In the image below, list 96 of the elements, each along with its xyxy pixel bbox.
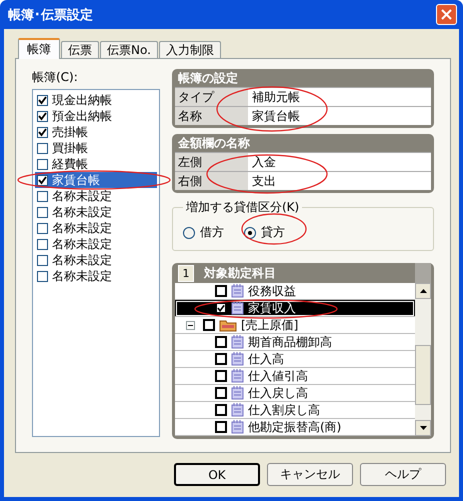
list-item[interactable]: 現金出納帳 (35, 92, 157, 108)
up-arrow-icon (420, 289, 426, 293)
annotation-ellipse (241, 213, 307, 245)
notebook-icon (231, 403, 244, 417)
tab[interactable]: 伝票No. (100, 41, 158, 58)
notebook-icon (231, 420, 244, 434)
list-item[interactable]: 名称未設定 (35, 188, 157, 204)
radio-label: 借方 (200, 224, 224, 241)
checkbox[interactable] (37, 222, 48, 234)
checkbox[interactable] (37, 110, 48, 122)
account-name: [売上原価] (241, 316, 298, 334)
tree-row[interactable]: 仕入戻し高 (175, 385, 415, 402)
account-name: 仕入戻し高 (248, 384, 308, 402)
tab[interactable]: 帳簿 (18, 38, 60, 59)
list-item[interactable]: 名称未設定 (35, 204, 157, 220)
folder-icon (219, 318, 237, 332)
tab[interactable]: 入力制限 (158, 41, 221, 58)
checkbox[interactable] (37, 174, 48, 186)
checkbox[interactable] (203, 319, 215, 331)
card-title: 帳簿の設定 (177, 70, 239, 87)
notebook-icon (231, 352, 244, 366)
account-name: 仕入高 (248, 350, 284, 368)
checkbox[interactable] (37, 94, 48, 106)
checkbox[interactable] (37, 254, 48, 266)
checkbox[interactable] (37, 238, 48, 250)
dialog-button[interactable]: OK (174, 463, 260, 486)
list-item[interactable]: 預金出納帳 (35, 108, 157, 124)
card-title: 金額欄の名称 (177, 135, 251, 152)
dialog-button[interactable]: キャンセル (267, 463, 353, 486)
checkbox[interactable] (37, 142, 48, 154)
checkbox[interactable] (37, 206, 48, 218)
checkbox[interactable] (215, 370, 227, 382)
field-label: 左側 (175, 153, 248, 171)
close-icon (441, 9, 452, 20)
tree-title: 対象勘定科目 (204, 264, 277, 282)
scroll-up-button[interactable] (415, 283, 431, 299)
account-name: 仕入割戻し高 (248, 402, 320, 418)
account-name: 期首商品棚卸高 (248, 334, 332, 350)
group-label: 増加する貸借区分(K) (185, 199, 300, 216)
checkbox[interactable] (215, 353, 227, 365)
tab[interactable]: 伝票 (61, 41, 99, 58)
scroll-thumb[interactable] (415, 345, 431, 405)
field-label: 名称 (175, 107, 248, 125)
field-value[interactable]: 支出 (248, 172, 431, 190)
notebook-icon (231, 386, 244, 400)
checkbox[interactable] (215, 421, 227, 433)
list-item[interactable]: 名称未設定 (35, 252, 157, 268)
list-item[interactable]: 名称未設定 (35, 268, 157, 284)
radio-button[interactable] (183, 226, 195, 238)
tree-row[interactable]: 期首商品棚卸高 (175, 334, 415, 351)
checkbox[interactable] (37, 158, 48, 170)
tree-row[interactable]: [売上原価] (175, 317, 415, 334)
tree-row[interactable]: 仕入高 (175, 351, 415, 368)
account-name: 家賃収入 (248, 300, 296, 316)
checkbox[interactable] (215, 302, 227, 314)
field-label: タイプ (175, 88, 248, 106)
list-label: 帳簿(C): (32, 69, 79, 86)
tree-row[interactable]: 仕入値引高 (175, 368, 415, 385)
account-name: 役務収益 (248, 282, 296, 300)
checkbox[interactable] (215, 404, 227, 416)
dialog-button[interactable]: ヘルプ (360, 463, 446, 486)
field-label: 右側 (175, 172, 248, 190)
close-button[interactable] (436, 4, 457, 25)
list-item[interactable]: 経費帳 (35, 156, 157, 172)
tree-row[interactable]: 他勘定振替高(商) (175, 419, 415, 436)
tree-row[interactable]: 仕入割戻し高 (175, 402, 415, 419)
checkbox[interactable] (37, 190, 48, 202)
list-item[interactable]: 家賃台帳 (35, 172, 157, 188)
notebook-icon (231, 284, 244, 298)
collapse-icon[interactable] (186, 320, 195, 330)
field-value[interactable]: 家賃台帳 (248, 107, 431, 125)
radio-label: 貸方 (261, 224, 285, 241)
list-item[interactable]: 名称未設定 (35, 236, 157, 252)
column-number: 1 (178, 264, 194, 282)
checkbox[interactable] (215, 336, 227, 348)
checkbox[interactable] (37, 270, 48, 282)
field-value[interactable]: 補助元帳 (248, 88, 431, 106)
radio-button[interactable] (244, 226, 256, 238)
notebook-icon (231, 301, 244, 315)
scrollbar[interactable] (415, 283, 431, 436)
scrollbar-header (415, 263, 431, 283)
list-item[interactable]: 名称未設定 (35, 220, 157, 236)
down-arrow-icon (420, 426, 426, 430)
account-name: 仕入値引高 (248, 368, 308, 384)
checkbox[interactable] (215, 387, 227, 399)
list-item[interactable]: 売掛帳 (35, 124, 157, 140)
notebook-icon (231, 335, 244, 349)
account-name: 他勘定振替高(商) (248, 418, 342, 436)
field-value[interactable]: 入金 (248, 153, 431, 171)
scroll-down-button[interactable] (415, 420, 431, 436)
list-item[interactable]: 買掛帳 (35, 140, 157, 156)
tree-row[interactable]: 家賃収入 (175, 300, 415, 317)
notebook-icon (231, 369, 244, 383)
checkbox[interactable] (215, 285, 227, 297)
checkbox[interactable] (37, 126, 48, 138)
window-title: 帳簿･伝票設定 (8, 6, 93, 24)
